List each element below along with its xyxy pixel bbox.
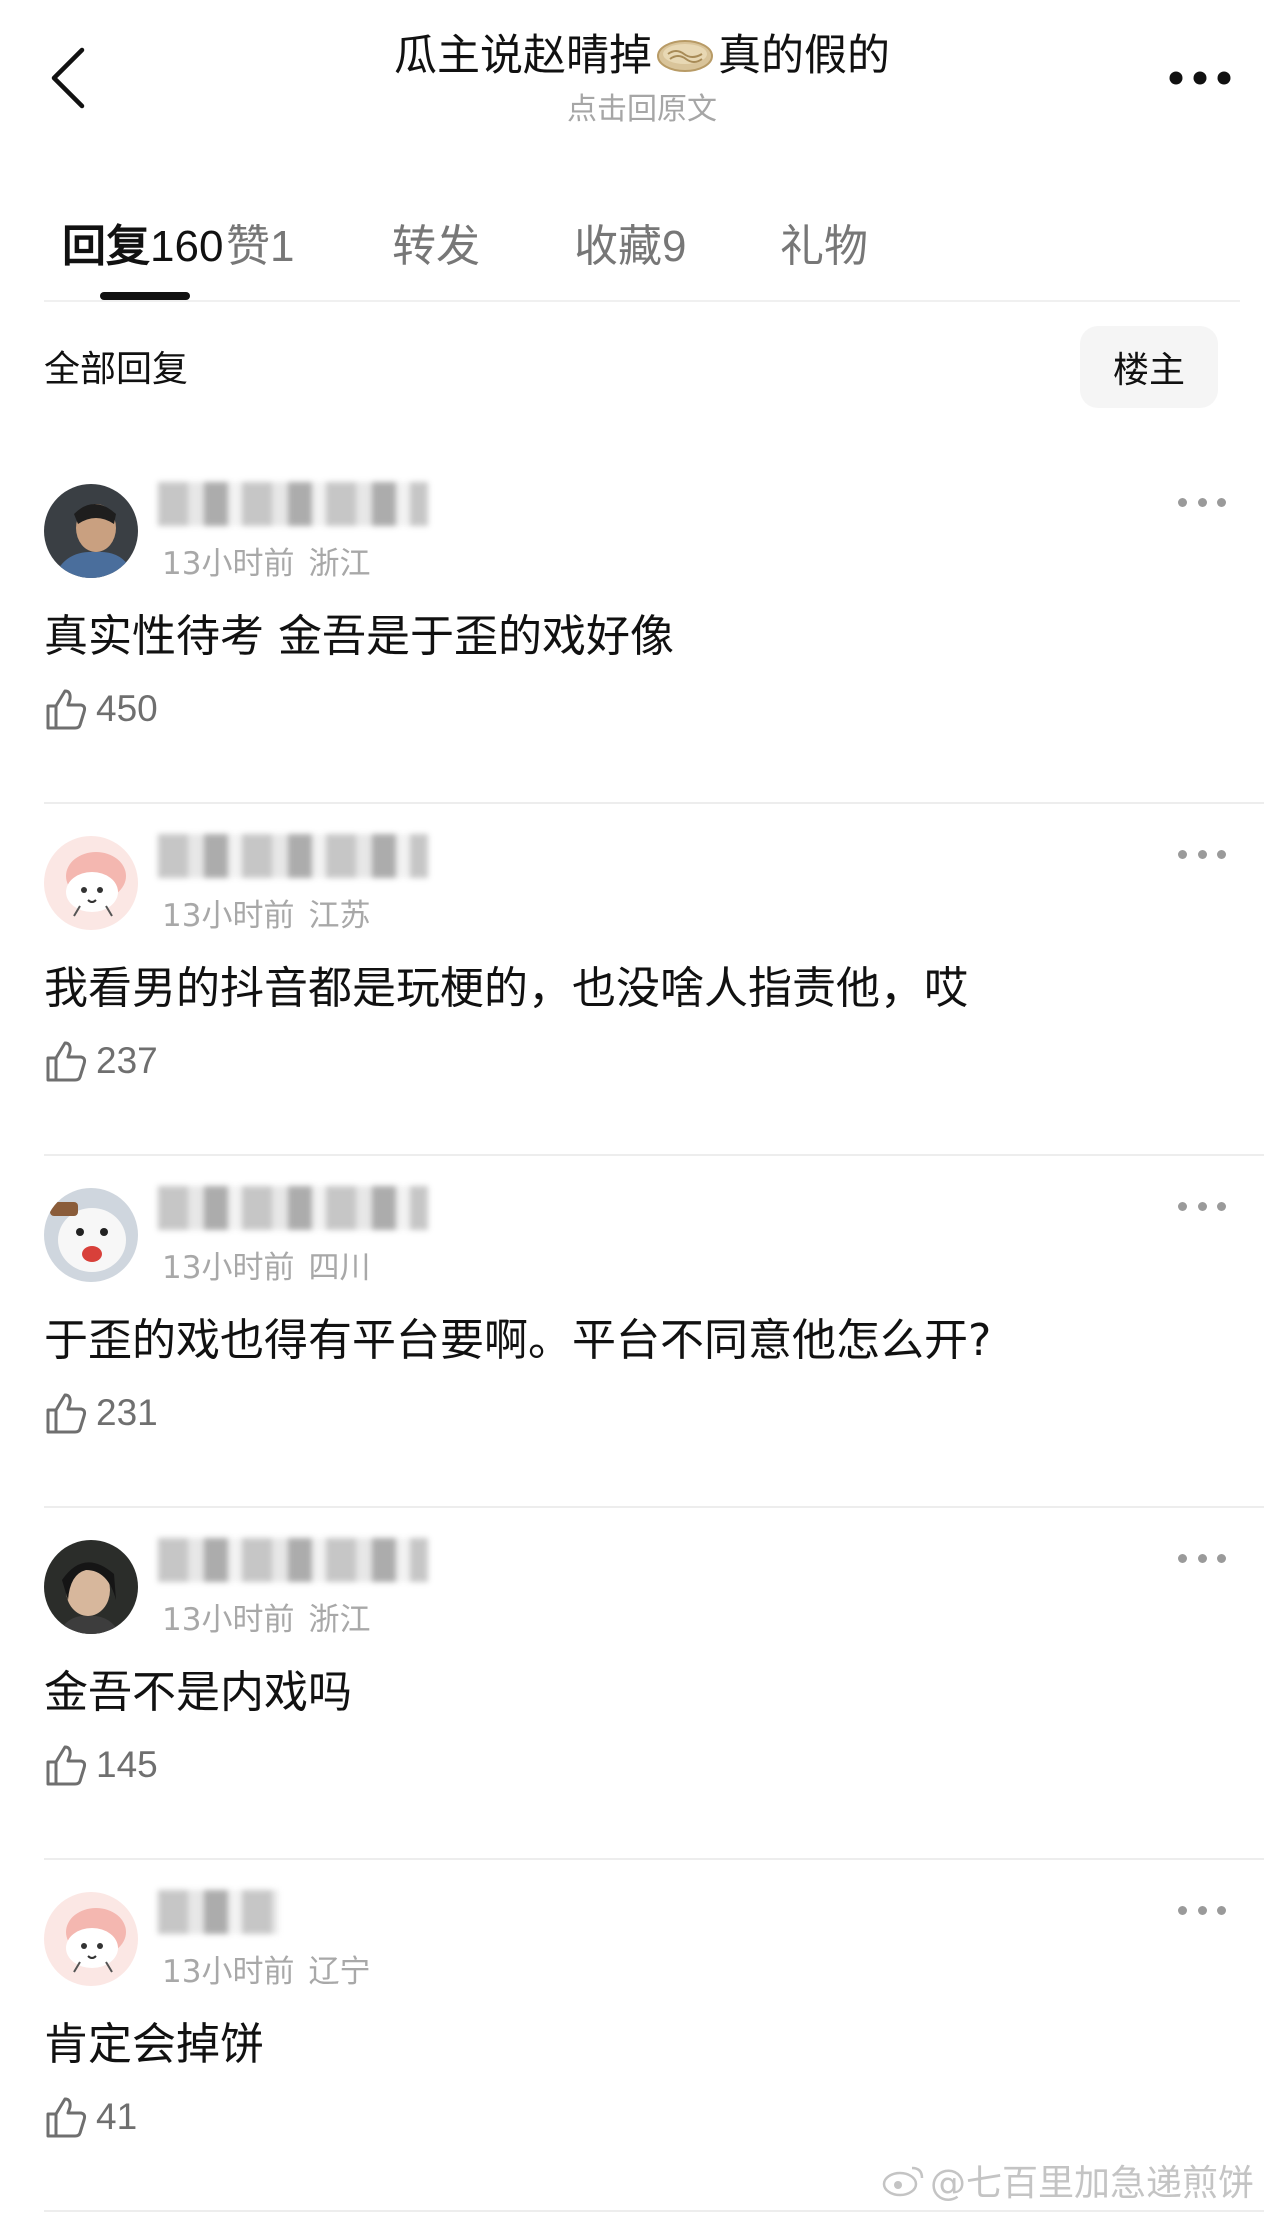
comment-time: 13小时前	[162, 1602, 295, 1638]
pink-cartoon-avatar-icon	[44, 836, 138, 930]
like-count: 450	[96, 688, 158, 729]
comment-time: 13小时前	[162, 546, 295, 582]
avatar[interactable]	[44, 484, 138, 578]
comment-meta: 13小时前 浙江	[162, 1594, 370, 1639]
thumbs-up-icon	[46, 1041, 87, 1082]
tab-label: 赞	[226, 221, 270, 272]
username-blurred[interactable]	[158, 482, 428, 526]
avatar[interactable]	[44, 1892, 138, 1986]
post-title-block[interactable]: 瓜主说赵晴掉 真的假的 点击回原文	[250, 24, 1034, 130]
tab-count: 9	[662, 222, 687, 271]
like-count: 145	[96, 1744, 158, 1785]
comment-location: 江苏	[308, 898, 371, 934]
tab-label: 收藏	[574, 221, 662, 272]
comment-location: 浙江	[308, 546, 371, 582]
chevron-left-icon	[51, 47, 85, 109]
active-tab-indicator	[100, 292, 190, 300]
title-text-start: 瓜主说赵晴掉	[394, 31, 652, 81]
tabs-divider	[44, 300, 1240, 302]
comment-divider	[44, 2210, 1264, 2212]
more-options-button[interactable]	[1160, 58, 1240, 98]
tab-label: 回复	[62, 221, 150, 272]
post-title: 瓜主说赵晴掉 真的假的	[250, 24, 1034, 88]
tab-replies[interactable]: 回复160	[62, 210, 223, 274]
username-blurred[interactable]	[158, 1890, 278, 1934]
avatar[interactable]	[44, 836, 138, 930]
comment-text: 我看男的抖音都是玩梗的，也没啥人指责他，哎	[44, 963, 968, 1014]
weibo-watermark: @七百里加急递煎饼	[882, 2154, 1254, 2206]
comment-text: 金吾不是内戏吗	[44, 1667, 352, 1718]
back-to-original-link[interactable]: 点击回原文	[250, 90, 1034, 130]
tab-count: 160	[150, 222, 224, 271]
tab-likes[interactable]: 赞1	[226, 210, 294, 274]
tab-gifts[interactable]: 礼物	[780, 210, 868, 274]
like-count: 41	[96, 2096, 138, 2137]
comment-more-button[interactable]	[1178, 1548, 1226, 1568]
top-bar: 瓜主说赵晴掉 真的假的 点击回原文	[0, 0, 1284, 150]
owner-only-button[interactable]: 楼主	[1080, 326, 1218, 408]
comment-meta: 13小时前 辽宁	[162, 1946, 370, 1991]
comment-location: 辽宁	[308, 1954, 371, 1990]
flatbread-emoji-icon	[657, 40, 713, 72]
like-button[interactable]: 237	[44, 1040, 158, 1082]
comment-meta: 13小时前 浙江	[162, 538, 370, 583]
like-count: 231	[96, 1392, 158, 1433]
comment-more-button[interactable]	[1178, 1900, 1226, 1920]
like-button[interactable]: 41	[44, 2096, 137, 2138]
comment-text: 于歪的戏也得有平台要啊。平台不同意他怎么开?	[44, 1315, 992, 1366]
comment-text: 真实性待考 金吾是于歪的戏好像	[44, 611, 674, 662]
comment-time: 13小时前	[162, 898, 295, 934]
username-blurred[interactable]	[158, 1538, 428, 1582]
back-button[interactable]	[38, 38, 98, 118]
username-blurred[interactable]	[158, 1186, 428, 1230]
tab-favorites[interactable]: 收藏9	[574, 210, 686, 274]
username-blurred[interactable]	[158, 834, 428, 878]
thumbs-up-icon	[46, 2097, 87, 2138]
comment-meta: 13小时前 江苏	[162, 890, 370, 935]
more-dots-icon	[1169, 71, 1231, 85]
user-photo-icon	[44, 484, 138, 578]
comment-item: 13小时前 四川 于歪的戏也得有平台要啊。平台不同意他怎么开? 231	[0, 1156, 1284, 1508]
comment-time: 13小时前	[162, 1954, 295, 1990]
comment-text: 肯定会掉饼	[44, 2019, 264, 2070]
thumbs-up-icon	[46, 689, 87, 730]
tab-label: 转发	[392, 221, 480, 272]
comment-item: 13小时前 浙江 金吾不是内戏吗 145	[0, 1508, 1284, 1860]
pink-cartoon-avatar-icon	[44, 1892, 138, 1986]
title-text-end: 真的假的	[718, 31, 890, 81]
avatar[interactable]	[44, 1540, 138, 1634]
tab-bar: 回复160 赞1 转发 收藏9 礼物	[44, 200, 1240, 300]
tab-label: 礼物	[780, 221, 868, 272]
tab-count: 1	[270, 222, 295, 271]
like-button[interactable]: 231	[44, 1392, 158, 1434]
tab-reposts[interactable]: 转发	[392, 210, 480, 274]
comment-more-button[interactable]	[1178, 492, 1226, 512]
comment-more-button[interactable]	[1178, 844, 1226, 864]
like-count: 237	[96, 1040, 158, 1081]
comment-meta: 13小时前 四川	[162, 1242, 370, 1287]
avatar[interactable]	[44, 1188, 138, 1282]
thumbs-up-icon	[46, 1745, 87, 1786]
comment-item: 13小时前 浙江 真实性待考 金吾是于歪的戏好像 450	[0, 452, 1284, 804]
thumbs-up-icon	[46, 1393, 87, 1434]
user-photo-icon	[44, 1540, 138, 1634]
comment-location: 浙江	[308, 1602, 371, 1638]
all-replies-label: 全部回复	[44, 349, 189, 390]
watermark-text: @七百里加急递煎饼	[929, 2163, 1254, 2204]
like-button[interactable]: 450	[44, 688, 158, 730]
weibo-logo-icon	[882, 2166, 924, 2197]
like-button[interactable]: 145	[44, 1744, 158, 1786]
comment-location: 四川	[308, 1250, 371, 1286]
comment-more-button[interactable]	[1178, 1196, 1226, 1216]
white-dog-avatar-icon	[44, 1188, 138, 1282]
comment-time: 13小时前	[162, 1250, 295, 1286]
comment-item: 13小时前 江苏 我看男的抖音都是玩梗的，也没啥人指责他，哎 237	[0, 804, 1284, 1156]
